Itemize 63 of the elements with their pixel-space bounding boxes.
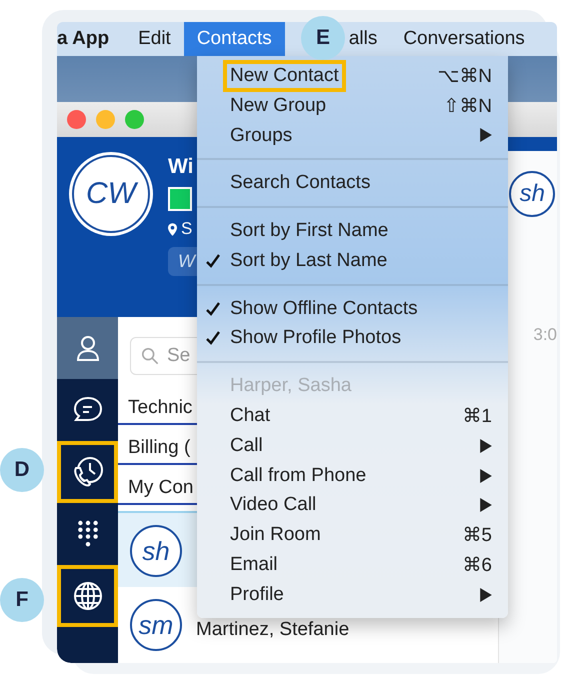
person-icon <box>74 334 100 362</box>
menu-bar-item[interactable]: alls <box>348 22 390 56</box>
search-icon <box>141 347 159 365</box>
menu-item-label: Call <box>229 434 264 458</box>
phone-clock-icon <box>72 456 104 488</box>
menu-item-label: New Contact <box>223 60 346 92</box>
contact-name: Martinez, Stefanie <box>196 619 350 641</box>
shortcut-text: ⇧⌘N <box>443 94 492 118</box>
menu-item-label: Join Room <box>229 523 322 548</box>
checkmark-icon <box>205 300 221 317</box>
shortcut-text: ⌘1 <box>462 405 492 428</box>
menu-item[interactable]: Chat ⌘1 <box>197 401 508 431</box>
menu-item[interactable]: Email ⌘6 <box>197 550 508 580</box>
menu-item[interactable]: Call <box>197 430 508 461</box>
avatar[interactable]: CW <box>72 155 150 233</box>
menu-bar-item[interactable]: a App <box>57 22 122 56</box>
sidebar-tab[interactable] <box>57 441 118 503</box>
menu-item[interactable]: Join Room ⌘5 <box>197 520 508 550</box>
checkmark-icon <box>205 330 221 346</box>
shortcut-text: ⌘5 <box>462 524 492 548</box>
menu-item[interactable]: Video Call <box>197 490 508 520</box>
close-button[interactable] <box>67 110 86 129</box>
avatar: sh <box>130 525 182 577</box>
location-text: S <box>181 219 192 239</box>
menu-item-label: Show Profile Photos <box>229 326 402 350</box>
avatar: sh <box>509 171 556 217</box>
menu-bar-item[interactable]: Contacts <box>184 22 285 56</box>
profile-name: Wi <box>168 155 194 179</box>
menu-item-label: Chat <box>229 404 272 428</box>
menu-item-label: Email <box>229 553 279 578</box>
menu-item[interactable]: Profile <box>197 580 508 610</box>
message-time: 3:0 <box>533 325 557 345</box>
location-pin-icon <box>168 222 177 236</box>
avatar: sm <box>130 599 182 651</box>
menu-item-label: Groups <box>229 124 294 148</box>
menu-item[interactable]: Groups <box>197 120 508 150</box>
menu-item[interactable]: Search Contacts <box>197 168 508 198</box>
menu-item[interactable]: Call from Phone <box>197 460 508 491</box>
chat-bubble-icon <box>72 396 102 424</box>
menu-item-label: Profile <box>229 582 285 607</box>
menu-item-label: Video Call <box>229 493 318 518</box>
menu-item[interactable]: New Contact ⌥⌘N <box>197 61 508 91</box>
dialpad-icon <box>76 519 98 549</box>
menu-item[interactable]: New Group ⇧⌘N <box>197 90 508 121</box>
globe-icon <box>72 581 102 611</box>
callout-badge: F <box>0 578 44 622</box>
menu-bar-item[interactable]: Edit <box>125 22 184 56</box>
menu-item-label: New Group <box>229 94 328 118</box>
menu-item[interactable]: Show Profile Photos <box>197 324 508 354</box>
menu-section-title: Harper, Sasha <box>229 374 352 398</box>
callout-badge: D <box>0 448 44 492</box>
menu-item-label: Show Offline Contacts <box>229 296 419 321</box>
menu-item-label: Call from Phone <box>229 464 368 488</box>
menu-bar-item[interactable]: Conversations <box>390 22 538 56</box>
menu-item[interactable]: Sort by First Name <box>197 216 508 246</box>
menu-item-label: Sort by Last Name <box>229 248 388 273</box>
sidebar-tab[interactable] <box>57 565 118 627</box>
menu-item[interactable]: Show Offline Contacts <box>197 294 508 324</box>
checkmark-icon <box>205 252 221 269</box>
shortcut-text: ⌥⌘N <box>437 64 492 88</box>
menu-item-label: Sort by First Name <box>229 219 390 244</box>
shortcut-text: ⌘6 <box>462 554 492 578</box>
menu-item-label: Search Contacts <box>229 171 372 196</box>
